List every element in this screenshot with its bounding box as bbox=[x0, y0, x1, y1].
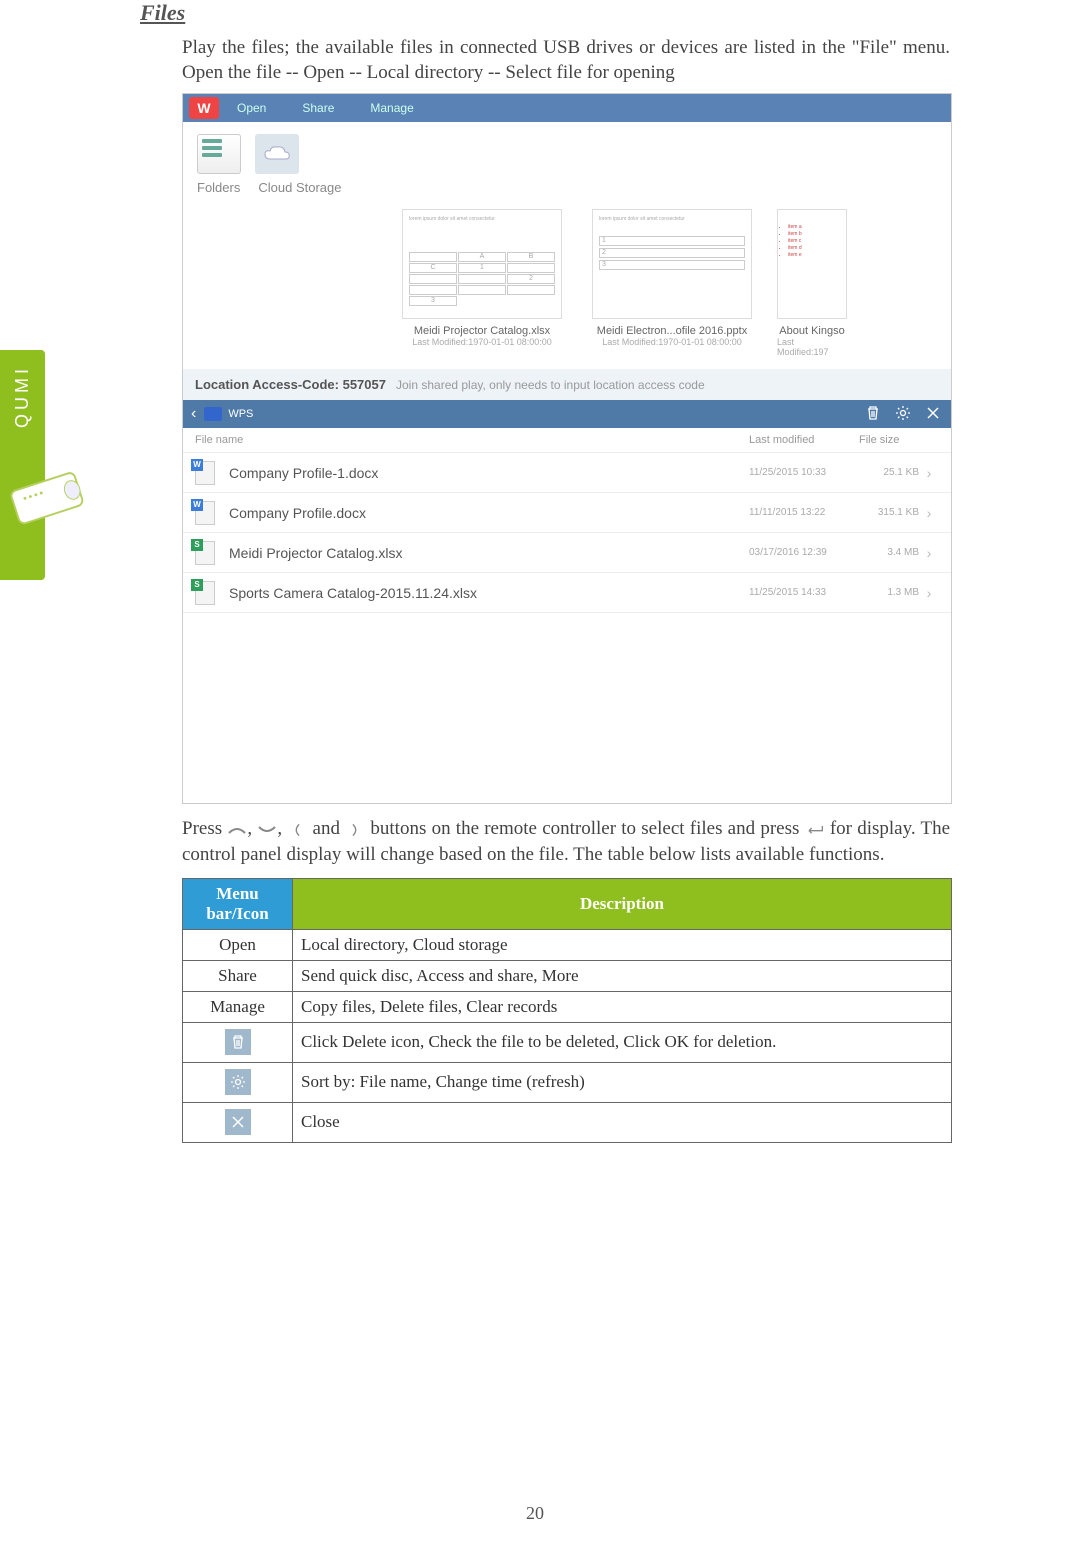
tab-open[interactable]: Open bbox=[219, 101, 284, 115]
gear-icon bbox=[225, 1069, 251, 1095]
file-size: 315.1 KB bbox=[859, 507, 919, 518]
folders-icon[interactable] bbox=[197, 134, 241, 174]
file-date: 03/17/2016 12:39 bbox=[749, 547, 859, 558]
thumb-title: About Kingso bbox=[779, 325, 844, 337]
desc-cell: Click Delete icon, Check the file to be … bbox=[293, 1022, 952, 1062]
intro-text: Play the files; the available files in c… bbox=[182, 36, 950, 85]
trash-icon[interactable] bbox=[865, 405, 881, 424]
thumb-title: Meidi Projector Catalog.xlsx bbox=[414, 325, 550, 337]
gear-icon[interactable] bbox=[895, 405, 911, 424]
thumb-sub: Last Modified:1970-01-01 08:00:00 bbox=[602, 337, 742, 347]
cloud-icon[interactable] bbox=[255, 134, 299, 174]
tab-manage[interactable]: Manage bbox=[352, 101, 431, 115]
col-filename: File name bbox=[195, 434, 749, 446]
file-type-icon: W bbox=[195, 461, 219, 485]
wps-bar: ‹ WPS bbox=[183, 400, 951, 428]
close-icon bbox=[225, 1109, 251, 1135]
file-size: 3.4 MB bbox=[859, 547, 919, 558]
chevron-right-icon[interactable]: › bbox=[919, 585, 939, 601]
file-list-header: File name Last modified File size bbox=[183, 428, 951, 453]
file-size: 1.3 MB bbox=[859, 587, 919, 598]
desc-cell: Copy files, Delete files, Clear records bbox=[293, 991, 952, 1022]
thumb-item[interactable]: lorem ipsum dolor sit amet consecteturAB… bbox=[397, 209, 567, 357]
page-number: 20 bbox=[0, 1503, 1070, 1524]
table-header-menu: Menu bar/Icon bbox=[183, 878, 293, 929]
chevron-right-icon[interactable]: › bbox=[919, 465, 939, 481]
file-row[interactable]: S Meidi Projector Catalog.xlsx03/17/2016 … bbox=[183, 533, 951, 573]
file-type-icon: S bbox=[195, 581, 219, 605]
table-row: ManageCopy files, Delete files, Clear re… bbox=[183, 991, 952, 1022]
thumb-item[interactable]: lorem ipsum dolor sit amet consectetur12… bbox=[587, 209, 757, 357]
file-type-icon: W bbox=[195, 501, 219, 525]
trash-icon bbox=[225, 1029, 251, 1055]
left-arc-icon bbox=[287, 823, 307, 837]
app-screenshot: W Open Share Manage Folders Cloud Storag… bbox=[182, 93, 952, 804]
file-name: Company Profile-1.docx bbox=[229, 465, 749, 481]
file-name: Meidi Projector Catalog.xlsx bbox=[229, 545, 749, 561]
enter-icon bbox=[805, 823, 825, 837]
folders-label: Folders bbox=[197, 180, 240, 195]
desc-cell: Send quick disc, Access and share, More bbox=[293, 960, 952, 991]
table-row: Close bbox=[183, 1102, 952, 1142]
thumb-title: Meidi Electron...ofile 2016.pptx bbox=[597, 325, 747, 337]
desc-cell: Close bbox=[293, 1102, 952, 1142]
icon-cell bbox=[183, 1062, 293, 1102]
file-date: 11/25/2015 14:33 bbox=[749, 587, 859, 598]
side-device-image bbox=[0, 455, 95, 545]
icon-cell bbox=[183, 1102, 293, 1142]
menu-cell: Manage bbox=[183, 991, 293, 1022]
access-code-bar: Location Access-Code: 557057 Join shared… bbox=[183, 369, 951, 400]
down-arc-icon bbox=[257, 823, 277, 837]
file-size: 25.1 KB bbox=[859, 467, 919, 478]
back-icon[interactable]: ‹ bbox=[183, 405, 204, 423]
app-logo: W bbox=[189, 97, 219, 119]
thumb-sub: Last Modified:1970-01-01 08:00:00 bbox=[412, 337, 552, 347]
file-row[interactable]: S Sports Camera Catalog-2015.11.24.xlsx11… bbox=[183, 573, 951, 613]
side-tab-label: QUMI bbox=[12, 365, 33, 428]
file-name: Company Profile.docx bbox=[229, 505, 749, 521]
menu-cell: Open bbox=[183, 929, 293, 960]
menu-cell: Share bbox=[183, 960, 293, 991]
access-code-label: Location Access-Code: 557057 bbox=[195, 377, 386, 392]
desc-cell: Sort by: File name, Change time (refresh… bbox=[293, 1062, 952, 1102]
desc-cell: Local directory, Cloud storage bbox=[293, 929, 952, 960]
table-row: Sort by: File name, Change time (refresh… bbox=[183, 1062, 952, 1102]
app-top-bar: W Open Share Manage bbox=[183, 94, 951, 122]
close-icon[interactable] bbox=[925, 405, 941, 424]
file-row[interactable]: W Company Profile.docx11/11/2015 13:22315… bbox=[183, 493, 951, 533]
col-modified: Last modified bbox=[749, 434, 859, 446]
section-title: Files bbox=[140, 0, 950, 26]
file-name: Sports Camera Catalog-2015.11.24.xlsx bbox=[229, 585, 749, 601]
up-arc-icon bbox=[227, 823, 247, 837]
table-row: OpenLocal directory, Cloud storage bbox=[183, 929, 952, 960]
icon-cell bbox=[183, 1022, 293, 1062]
table-row: Click Delete icon, Check the file to be … bbox=[183, 1022, 952, 1062]
tab-share[interactable]: Share bbox=[284, 101, 352, 115]
access-hint: Join shared play, only needs to input lo… bbox=[396, 378, 705, 392]
thumb-sub: Last Modified:197 bbox=[777, 337, 847, 357]
after-screenshot-text: Press , , and buttons on the remote cont… bbox=[182, 816, 950, 867]
chevron-right-icon[interactable]: › bbox=[919, 545, 939, 561]
table-row: ShareSend quick disc, Access and share, … bbox=[183, 960, 952, 991]
table-header-desc: Description bbox=[293, 878, 952, 929]
description-table: Menu bar/Icon Description OpenLocal dire… bbox=[182, 878, 952, 1143]
file-date: 11/11/2015 13:22 bbox=[749, 507, 859, 518]
cloud-label: Cloud Storage bbox=[258, 180, 341, 195]
file-type-icon: S bbox=[195, 541, 219, 565]
file-date: 11/25/2015 10:33 bbox=[749, 467, 859, 478]
wps-title: WPS bbox=[228, 408, 253, 420]
chevron-right-icon[interactable]: › bbox=[919, 505, 939, 521]
col-size: File size bbox=[859, 434, 939, 446]
file-row[interactable]: W Company Profile-1.docx11/25/2015 10:332… bbox=[183, 453, 951, 493]
thumb-item[interactable]: item aitem bitem citem ditem e About Kin… bbox=[777, 209, 847, 357]
right-arc-icon bbox=[345, 823, 365, 837]
wps-icon bbox=[204, 407, 222, 421]
